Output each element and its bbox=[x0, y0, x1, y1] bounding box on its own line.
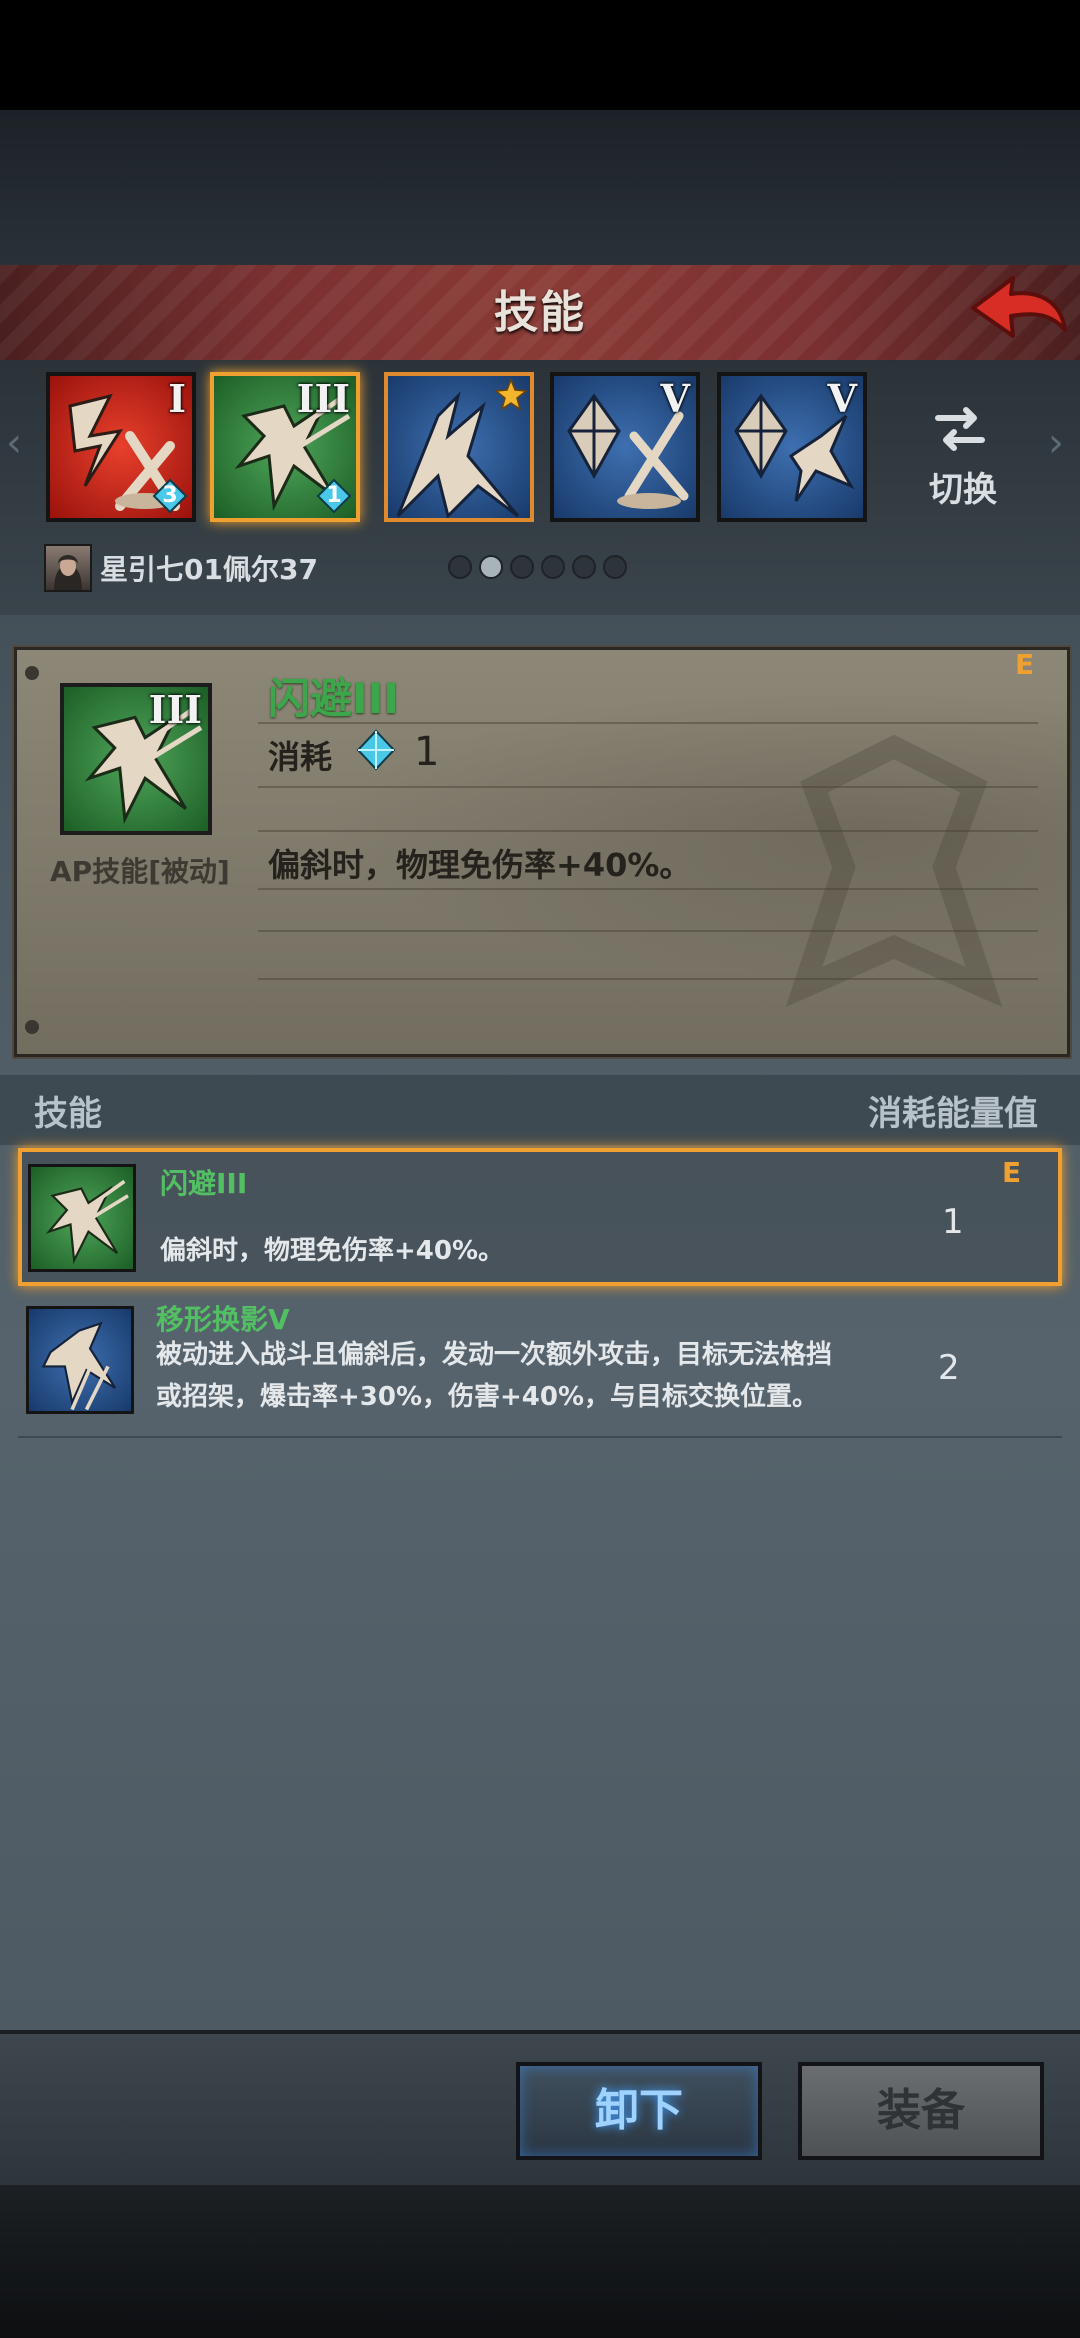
gem-count: 3 bbox=[162, 483, 178, 508]
rivet-icon bbox=[25, 1020, 39, 1034]
gem-count: 1 bbox=[326, 483, 342, 508]
gem-badge-icon: 1 bbox=[316, 478, 352, 514]
title-banner: 技能 bbox=[0, 265, 1080, 364]
back-button[interactable] bbox=[965, 270, 1070, 350]
equip-button[interactable]: 装备 bbox=[798, 2062, 1044, 2160]
back-arrow-icon bbox=[971, 276, 1067, 338]
list-skill-desc: 偏斜时，物理免伤率+40%。 bbox=[160, 1236, 505, 1266]
page-dot-active bbox=[479, 555, 503, 579]
skill-slot-4[interactable]: V bbox=[550, 372, 700, 522]
list-skill-tag: E bbox=[1002, 1156, 1022, 1189]
switch-arrows-icon[interactable] bbox=[932, 400, 988, 456]
prev-chevron-icon[interactable]: ‹ bbox=[6, 420, 22, 466]
next-chevron-icon[interactable]: › bbox=[1048, 420, 1064, 466]
page-title: 技能 bbox=[494, 287, 586, 338]
skill-screen: 技能 ‹ › I 3 III 1 V V 切换 星引七01佩尔37 E III … bbox=[0, 0, 1080, 2338]
detail-description: 偏斜时，物理免伤率+40%。 bbox=[268, 846, 692, 884]
skill-level: V bbox=[827, 376, 857, 421]
list-skill-name: 闪避III bbox=[160, 1167, 248, 1200]
list-header-skill: 技能 bbox=[34, 1094, 102, 1134]
skill-level: III bbox=[296, 376, 350, 421]
skill-list-item[interactable]: 闪避III 偏斜时，物理免伤率+40%。 1 E bbox=[18, 1148, 1062, 1286]
shadow-swap-icon bbox=[41, 1321, 117, 1411]
character-name: 星引七01佩尔37 bbox=[100, 553, 318, 586]
star-icon bbox=[494, 378, 528, 411]
top-backdrop bbox=[0, 110, 1080, 270]
switch-button[interactable]: 切换 bbox=[918, 462, 1008, 511]
unequip-button[interactable]: 卸下 bbox=[516, 2062, 762, 2160]
panel-rule bbox=[258, 786, 1038, 788]
list-skill-desc: 或招架，爆击率+30%，伤害+40%，与目标交换位置。 bbox=[156, 1382, 819, 1412]
panel-rule bbox=[258, 930, 1038, 932]
skill-slot-3[interactable] bbox=[384, 372, 534, 522]
panel-rule bbox=[258, 830, 1038, 832]
list-skill-cost: 2 bbox=[938, 1348, 960, 1388]
skill-type: AP技能[被动] bbox=[50, 855, 230, 888]
list-skill-cost: 1 bbox=[942, 1202, 964, 1242]
list-skill-icon bbox=[28, 1164, 136, 1272]
skill-slot-1[interactable]: I 3 bbox=[46, 372, 196, 522]
page-dot bbox=[510, 555, 534, 579]
skill-level: III bbox=[148, 687, 202, 732]
list-header-cost: 消耗能量值 bbox=[868, 1094, 1038, 1134]
page-dot bbox=[448, 555, 472, 579]
cost-label: 消耗 bbox=[268, 738, 333, 776]
rivet-icon bbox=[25, 666, 39, 680]
energy-gem-icon bbox=[356, 729, 396, 771]
detail-skill-icon: III bbox=[60, 683, 212, 835]
watermark-emblem-icon bbox=[785, 734, 1003, 1008]
nav-bar bbox=[0, 2185, 1080, 2338]
skill-slot-5[interactable]: V bbox=[717, 372, 867, 522]
status-bar bbox=[0, 0, 1080, 110]
page-dot bbox=[603, 555, 627, 579]
list-skill-desc: 被动进入战斗且偏斜后，发动一次额外攻击，目标无法格挡 bbox=[156, 1340, 833, 1370]
page-dot bbox=[541, 555, 565, 579]
portrait-icon bbox=[54, 555, 82, 590]
detail-skill-name: 闪避III bbox=[268, 674, 399, 723]
detail-tag: E bbox=[1015, 648, 1035, 681]
character-avatar[interactable] bbox=[44, 544, 92, 592]
dodge-icon bbox=[45, 1179, 129, 1265]
skill-list-item[interactable]: 移形换影V 被动进入战斗且偏斜后，发动一次额外攻击，目标无法格挡 或招架，爆击率… bbox=[18, 1298, 1062, 1438]
list-skill-icon bbox=[26, 1306, 134, 1414]
page-dot bbox=[572, 555, 596, 579]
skill-level: I bbox=[168, 376, 186, 421]
gem-badge-icon: 3 bbox=[152, 478, 188, 514]
skill-level: V bbox=[660, 376, 690, 421]
list-skill-name: 移形换影V bbox=[156, 1303, 290, 1336]
panel-rule bbox=[258, 978, 1038, 980]
cost-value: 1 bbox=[414, 729, 440, 775]
panel-rule bbox=[258, 888, 1038, 890]
page-indicator bbox=[448, 555, 634, 581]
skill-slot-2[interactable]: III 1 bbox=[210, 372, 360, 522]
